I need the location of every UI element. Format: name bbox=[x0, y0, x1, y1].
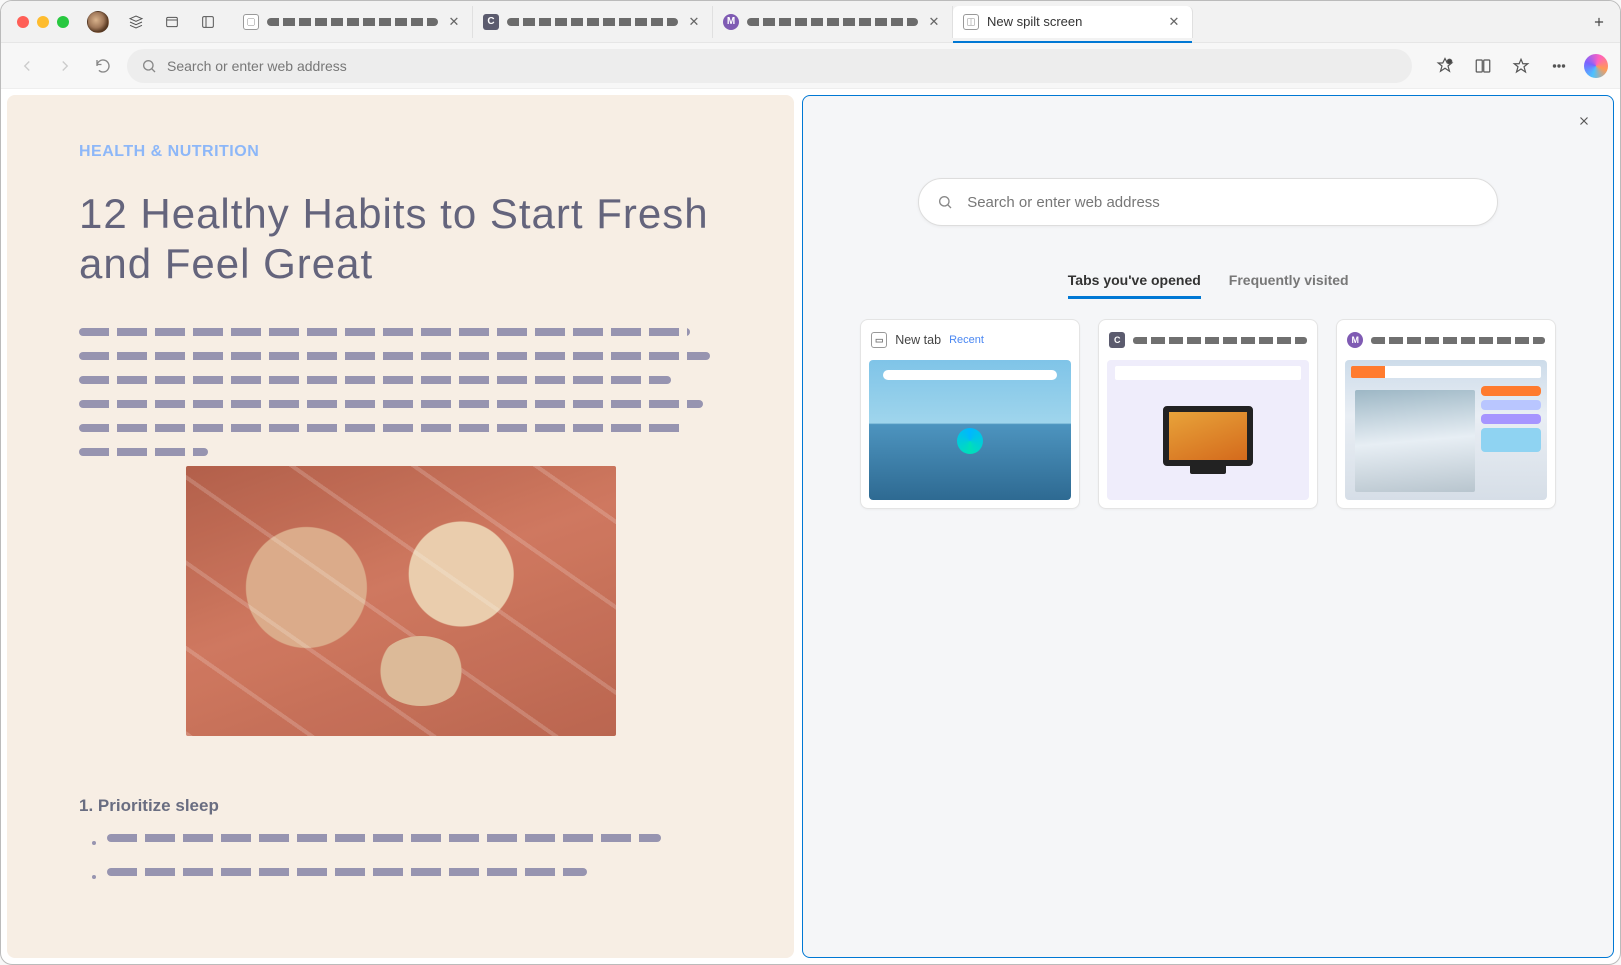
split-screen-icon[interactable] bbox=[1470, 53, 1496, 79]
shopping-icon[interactable] bbox=[1432, 53, 1458, 79]
tab-close-button[interactable]: ✕ bbox=[686, 14, 702, 30]
tab-opened[interactable]: Tabs you've opened bbox=[1068, 272, 1201, 299]
workspaces-icon[interactable] bbox=[125, 11, 147, 33]
article-category: HEALTH & NUTRITION bbox=[79, 143, 722, 161]
maximize-window-button[interactable] bbox=[57, 16, 69, 28]
browser-window: ✕ C ✕ M ✕ New spilt screen ✕ bbox=[0, 0, 1621, 965]
refresh-button[interactable] bbox=[89, 52, 117, 80]
split-search-input[interactable] bbox=[965, 193, 1479, 212]
thumb-title-placeholder bbox=[1133, 337, 1307, 344]
tab-close-button[interactable]: ✕ bbox=[446, 14, 462, 30]
back-button[interactable] bbox=[13, 52, 41, 80]
left-pane-article[interactable]: HEALTH & NUTRITION 12 Healthy Habits to … bbox=[7, 95, 794, 958]
copilot-icon[interactable] bbox=[1584, 54, 1608, 78]
thumb-card-site-c[interactable]: C bbox=[1098, 319, 1318, 509]
new-tab-button[interactable] bbox=[1586, 9, 1612, 35]
search-icon bbox=[937, 194, 953, 210]
article-bullets bbox=[79, 834, 722, 886]
close-split-button[interactable] bbox=[1573, 110, 1595, 132]
article-hero-image bbox=[186, 466, 616, 736]
thumb-preview bbox=[1345, 360, 1547, 500]
tab-title-placeholder bbox=[507, 18, 678, 26]
recent-badge: Recent bbox=[949, 334, 984, 346]
more-icon[interactable] bbox=[1546, 53, 1572, 79]
browser-tab-active[interactable]: New spilt screen ✕ bbox=[953, 6, 1193, 38]
tab-title-placeholder bbox=[267, 18, 438, 26]
address-bar-placeholder: Search or enter web address bbox=[167, 58, 347, 74]
close-window-button[interactable] bbox=[17, 16, 29, 28]
tab-close-button[interactable]: ✕ bbox=[1166, 14, 1182, 30]
thumb-title: New tab bbox=[895, 333, 941, 347]
site-m-favicon-icon: M bbox=[1347, 332, 1363, 348]
favorites-icon[interactable] bbox=[1508, 53, 1534, 79]
thumb-preview bbox=[869, 360, 1071, 500]
titlebar: ✕ C ✕ M ✕ New spilt screen ✕ bbox=[1, 1, 1620, 43]
search-icon bbox=[141, 58, 157, 74]
thumb-preview bbox=[1107, 360, 1309, 500]
profile-avatar[interactable] bbox=[87, 11, 109, 33]
content-area: HEALTH & NUTRITION 12 Healthy Habits to … bbox=[1, 89, 1620, 964]
thumb-header: C bbox=[1099, 320, 1317, 360]
split-screen-favicon-icon bbox=[963, 14, 979, 30]
thumbnail-row: ▭ New tab Recent C bbox=[847, 319, 1569, 509]
tab-title-placeholder bbox=[747, 18, 918, 26]
browser-tab[interactable]: M ✕ bbox=[713, 6, 953, 38]
page-favicon-icon bbox=[243, 14, 259, 30]
toolbar-right bbox=[1432, 53, 1608, 79]
minimize-window-button[interactable] bbox=[37, 16, 49, 28]
thumb-card-site-m[interactable]: M bbox=[1336, 319, 1556, 509]
site-c-favicon-icon: C bbox=[483, 14, 499, 30]
thumb-card-newtab[interactable]: ▭ New tab Recent bbox=[860, 319, 1080, 509]
address-bar[interactable]: Search or enter web address bbox=[127, 49, 1412, 83]
tab-actions-icon[interactable] bbox=[161, 11, 183, 33]
toolbar: Search or enter web address bbox=[1, 43, 1620, 89]
thumb-header: M bbox=[1337, 320, 1555, 360]
forward-button[interactable] bbox=[51, 52, 79, 80]
article-subheading: 1. Prioritize sleep bbox=[79, 796, 722, 816]
split-tabs-nav: Tabs you've opened Frequently visited bbox=[1068, 272, 1349, 299]
site-c-favicon-icon: C bbox=[1109, 332, 1125, 348]
right-pane-new-split: Tabs you've opened Frequently visited ▭ … bbox=[802, 95, 1614, 958]
tab-frequent[interactable]: Frequently visited bbox=[1229, 272, 1349, 299]
article-body-placeholder bbox=[79, 328, 722, 456]
page-favicon-icon: ▭ bbox=[871, 332, 887, 348]
tab-close-button[interactable]: ✕ bbox=[926, 14, 942, 30]
tab-strip: ✕ C ✕ M ✕ New spilt screen ✕ bbox=[233, 1, 1576, 42]
window-controls bbox=[17, 16, 69, 28]
article-title: 12 Healthy Habits to Start Fresh and Fee… bbox=[79, 189, 722, 288]
thumb-header: ▭ New tab Recent bbox=[861, 320, 1079, 360]
vertical-tabs-icon[interactable] bbox=[197, 11, 219, 33]
site-m-favicon-icon: M bbox=[723, 14, 739, 30]
browser-tab[interactable]: C ✕ bbox=[473, 6, 713, 38]
browser-tab[interactable]: ✕ bbox=[233, 6, 473, 38]
split-search-bar[interactable] bbox=[918, 178, 1498, 226]
tab-title: New spilt screen bbox=[987, 14, 1082, 29]
thumb-title-placeholder bbox=[1371, 337, 1545, 344]
